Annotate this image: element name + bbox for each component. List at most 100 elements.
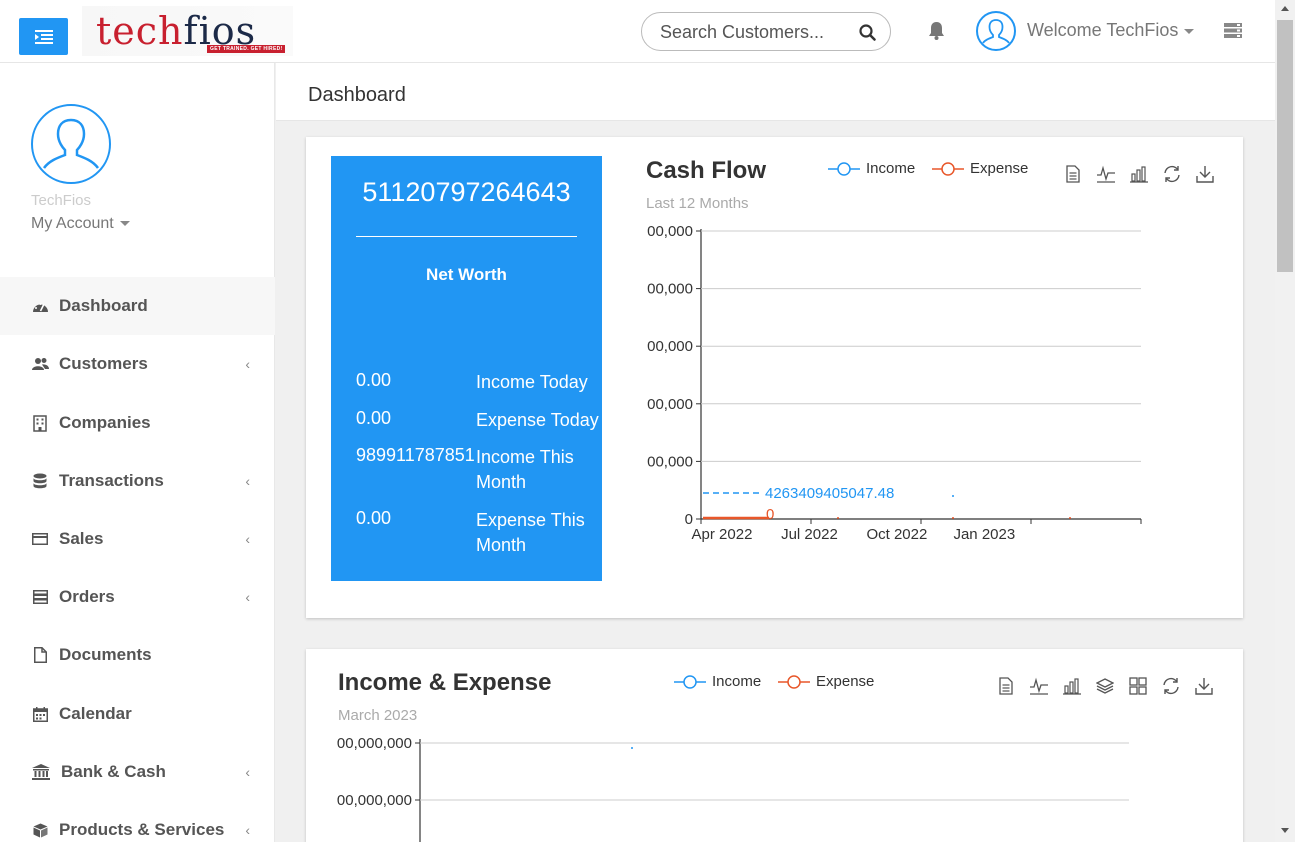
my-account-label: My Account	[31, 215, 114, 232]
bell-icon[interactable]	[927, 21, 946, 41]
search-input[interactable]	[660, 21, 850, 43]
cube-icon	[31, 821, 49, 839]
expense-month-value: 0.00	[356, 508, 392, 528]
sidebar-item-customers[interactable]: Customers ‹	[0, 335, 275, 393]
sidebar-item-label: Calendar	[59, 704, 132, 723]
chart-toolbox	[989, 675, 1220, 697]
legend-expense[interactable]: Expense	[778, 673, 874, 690]
chart-subtitle: Last 12 Months	[646, 195, 749, 212]
search-box	[641, 12, 891, 51]
sidebar-item-sales[interactable]: Sales ‹	[0, 510, 275, 568]
tiled-icon[interactable]	[1121, 675, 1154, 697]
download-icon[interactable]	[1188, 163, 1221, 185]
refresh-icon[interactable]	[1154, 675, 1187, 697]
sidebar-item-label: Products & Services	[59, 820, 225, 839]
legend-line-circle-icon	[828, 161, 860, 176]
divider	[356, 236, 577, 237]
user-icon	[982, 19, 1010, 44]
x-tick-label: Apr 2022	[692, 526, 753, 543]
layout-settings-icon[interactable]	[1224, 23, 1242, 38]
scrollbar-thumb[interactable]	[1277, 20, 1293, 272]
credit-card-icon	[31, 530, 49, 548]
logo-tagline: GET TRAINED. GET HIRED!	[207, 45, 286, 53]
sidebar-toggle-button[interactable]	[19, 18, 68, 55]
legend-expense[interactable]: Expense	[932, 160, 1028, 177]
income-month-label: Income This Month	[476, 447, 574, 492]
expense-data-point	[1069, 517, 1071, 519]
cash-flow-chart[interactable]: 0 00,000 00,000 00,000 00,000 00,000 Apr 2022…	[631, 222, 1171, 547]
stack-icon[interactable]	[1088, 675, 1121, 697]
menu-icon	[34, 29, 53, 44]
y-tick-label: 00,000	[647, 396, 693, 413]
sidebar: TechFios My Account Dashboard Customers …	[0, 63, 275, 842]
expense-today-label: Expense Today	[476, 410, 599, 430]
expense-month-label: Expense This Month	[476, 510, 585, 555]
income-expense-chart[interactable]: 00,000,000 00,000,000	[326, 729, 1136, 842]
sidebar-item-products-services[interactable]: Products & Services ‹	[0, 801, 275, 842]
profile-avatar[interactable]	[31, 104, 111, 184]
sidebar-item-label: Transactions	[59, 471, 164, 490]
x-tick-label: Oct 2022	[866, 526, 927, 543]
line-chart-icon[interactable]	[1022, 675, 1055, 697]
net-worth-value: 51120797264643	[362, 177, 571, 207]
scroll-down-arrow-icon[interactable]	[1281, 828, 1289, 833]
expense-today-value: 0.00	[356, 408, 392, 428]
expense-data-point	[952, 517, 954, 519]
sidebar-item-label: Companies	[59, 413, 151, 432]
page-scrollbar[interactable]	[1275, 0, 1295, 842]
sidebar-item-companies[interactable]: Companies	[0, 394, 275, 452]
sidebar-item-label: Bank & Cash	[61, 762, 166, 781]
scroll-up-arrow-icon[interactable]	[1281, 6, 1289, 11]
chevron-left-icon: ‹	[245, 531, 250, 547]
sidebar-item-transactions[interactable]: Transactions ‹	[0, 452, 275, 510]
avatar[interactable]	[976, 11, 1016, 51]
legend-income[interactable]: Income	[674, 673, 761, 690]
legend-label: Income	[712, 673, 762, 690]
sidebar-item-label: Documents	[59, 645, 152, 664]
server-icon	[31, 588, 49, 606]
legend-line-circle-icon	[674, 674, 706, 689]
database-icon	[31, 472, 49, 490]
legend-income[interactable]: Income	[828, 160, 915, 177]
legend-line-circle-icon	[932, 161, 964, 176]
line-chart-icon[interactable]	[1089, 163, 1122, 185]
chevron-left-icon: ‹	[245, 764, 250, 780]
income-expense-panel: Income & Expense March 2023 Income Expen…	[306, 649, 1243, 842]
data-view-icon[interactable]	[989, 675, 1022, 697]
user-icon	[42, 118, 100, 169]
my-account-dropdown[interactable]: My Account	[31, 215, 130, 233]
search-icon[interactable]	[859, 24, 876, 41]
top-bar: techfios GET TRAINED. GET HIRED! Welcome…	[0, 0, 1275, 63]
chart-title: Cash Flow	[646, 157, 767, 184]
chart-title: Income & Expense	[338, 669, 552, 696]
legend-line-circle-icon	[778, 674, 810, 689]
user-menu-toggle[interactable]: Welcome TechFios	[1027, 20, 1195, 41]
chevron-left-icon: ‹	[245, 356, 250, 372]
chart-subtitle: March 2023	[338, 707, 418, 724]
sidebar-item-calendar[interactable]: Calendar	[0, 685, 275, 743]
chart-toolbox	[1056, 163, 1221, 185]
logo-text-tech: tech	[96, 9, 184, 53]
caret-down-icon	[1184, 28, 1195, 34]
sidebar-item-orders[interactable]: Orders ‹	[0, 568, 275, 626]
data-view-icon[interactable]	[1056, 163, 1089, 185]
income-today-value: 0.00	[356, 370, 392, 390]
file-icon	[31, 646, 49, 664]
income-today-label: Income Today	[476, 372, 588, 392]
income-data-label: 4263409405047.48	[765, 485, 894, 502]
chevron-left-icon: ‹	[245, 589, 250, 605]
download-icon[interactable]	[1187, 675, 1220, 697]
sidebar-item-label: Orders	[59, 587, 115, 606]
sidebar-item-documents[interactable]: Documents	[0, 626, 275, 684]
x-tick-label: Jul 2022	[781, 526, 838, 543]
income-data-point	[952, 495, 954, 497]
y-tick-label: 00,000,000	[337, 735, 412, 752]
refresh-icon[interactable]	[1155, 163, 1188, 185]
sidebar-item-bank-cash[interactable]: Bank & Cash ‹	[0, 743, 275, 801]
bar-chart-icon[interactable]	[1055, 675, 1088, 697]
breadcrumb: Dashboard	[276, 63, 1275, 121]
legend-label: Expense	[970, 160, 1029, 177]
sidebar-item-dashboard[interactable]: Dashboard	[0, 277, 275, 335]
bar-chart-icon[interactable]	[1122, 163, 1155, 185]
techfios-logo[interactable]: techfios GET TRAINED. GET HIRED!	[82, 6, 293, 56]
